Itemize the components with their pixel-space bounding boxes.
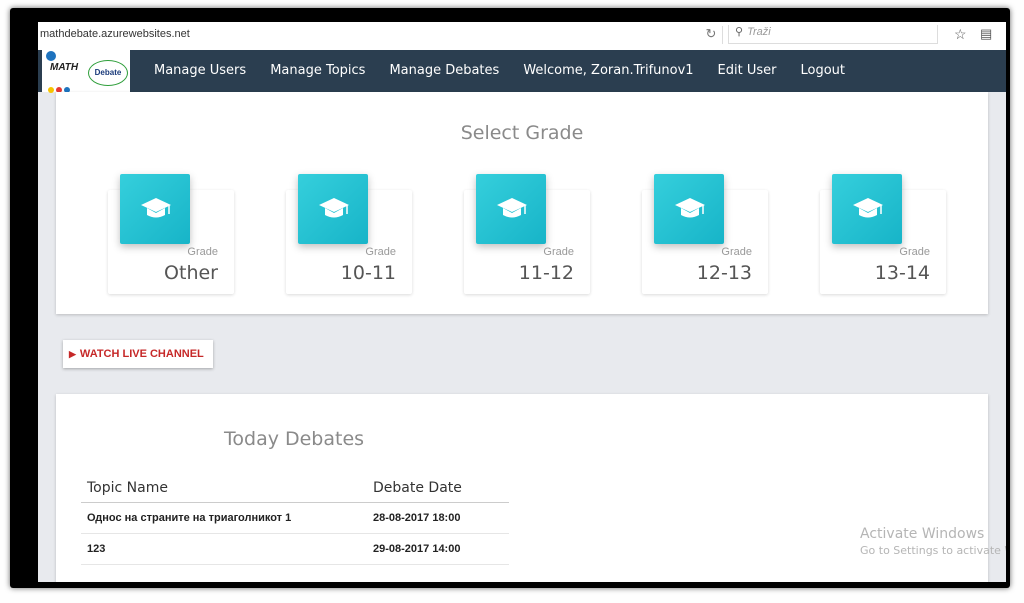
debate-date-cell: 29-08-2017 14:00 bbox=[367, 533, 509, 565]
nav-manage-debates[interactable]: Manage Debates bbox=[389, 50, 499, 92]
watch-live-channel-button[interactable]: ▶ WATCH LIVE CHANNEL bbox=[63, 340, 213, 368]
graduation-cap-tile bbox=[476, 174, 546, 244]
today-debates-title: Today Debates bbox=[224, 428, 365, 450]
graduation-cap-tile bbox=[298, 174, 368, 244]
screenshot-frame: mathdebate.azurewebsites.net ↻ ⚲ Traži ☆ … bbox=[10, 8, 1010, 588]
select-grade-panel: Select Grade Grade Other Grade 10-11 Gra… bbox=[56, 92, 988, 314]
column-header-date: Debate Date bbox=[367, 474, 509, 503]
table-header-row: Topic Name Debate Date bbox=[81, 474, 509, 503]
graduation-cap-icon bbox=[675, 198, 705, 218]
graduation-cap-icon bbox=[141, 198, 171, 218]
star-icon[interactable]: ☆ bbox=[954, 26, 967, 43]
topic-name-cell[interactable]: 123 bbox=[81, 533, 367, 565]
grade-card-13-14[interactable]: Grade 13-14 bbox=[820, 174, 946, 294]
column-header-topic: Topic Name bbox=[81, 474, 367, 503]
select-grade-title: Select Grade bbox=[460, 122, 584, 144]
logo-figure-icon bbox=[46, 51, 56, 61]
browser-bar: mathdebate.azurewebsites.net ↻ ⚲ Traži ☆ … bbox=[38, 22, 1006, 50]
debates-table: Topic Name Debate Date Однос на страните… bbox=[81, 474, 509, 565]
grade-card-12-13[interactable]: Grade 12-13 bbox=[642, 174, 768, 294]
graduation-cap-tile bbox=[832, 174, 902, 244]
nav-welcome-user[interactable]: Welcome, Zoran.Trifunov1 bbox=[523, 50, 693, 92]
menu-icon[interactable]: ▤ bbox=[980, 26, 992, 42]
topic-name-cell[interactable]: Однос на страните на триаголникот 1 bbox=[81, 502, 367, 534]
grade-card-other[interactable]: Grade Other bbox=[108, 174, 234, 294]
graduation-cap-tile bbox=[120, 174, 190, 244]
nav-logout[interactable]: Logout bbox=[801, 50, 846, 92]
nav-edit-user[interactable]: Edit User bbox=[718, 50, 777, 92]
top-navbar: MATH Debate Manage Users Manage Topics M… bbox=[38, 50, 1006, 93]
debate-date-cell: 28-08-2017 18:00 bbox=[367, 502, 509, 534]
play-icon: ▶ bbox=[69, 349, 76, 359]
grade-card-11-12[interactable]: Grade 11-12 bbox=[464, 174, 590, 294]
grade-card-10-11[interactable]: Grade 10-11 bbox=[286, 174, 412, 294]
graduation-cap-icon bbox=[319, 198, 349, 218]
graduation-cap-icon bbox=[853, 198, 883, 218]
refresh-icon[interactable]: ↻ bbox=[700, 26, 723, 44]
today-debates-panel: Today Debates Topic Name Debate Date Одн… bbox=[56, 394, 988, 582]
address-bar[interactable]: mathdebate.azurewebsites.net bbox=[40, 28, 190, 40]
table-row[interactable]: 123 29-08-2017 14:00 bbox=[81, 533, 509, 565]
activate-windows-watermark: Activate Windows Go to Settings to activ… bbox=[860, 526, 1006, 557]
browser-search-input[interactable]: ⚲ Traži bbox=[728, 25, 938, 44]
graduation-cap-tile bbox=[654, 174, 724, 244]
nav-manage-users[interactable]: Manage Users bbox=[154, 50, 246, 92]
nav-manage-topics[interactable]: Manage Topics bbox=[270, 50, 365, 92]
search-icon: ⚲ bbox=[735, 26, 744, 38]
browser-viewport: mathdebate.azurewebsites.net ↻ ⚲ Traži ☆ … bbox=[38, 22, 1006, 582]
math-debate-logo[interactable]: MATH Debate bbox=[42, 50, 130, 93]
nav-links: Manage Users Manage Topics Manage Debate… bbox=[154, 50, 869, 92]
table-row[interactable]: Однос на страните на триаголникот 1 28-0… bbox=[81, 502, 509, 534]
graduation-cap-icon bbox=[497, 198, 527, 218]
